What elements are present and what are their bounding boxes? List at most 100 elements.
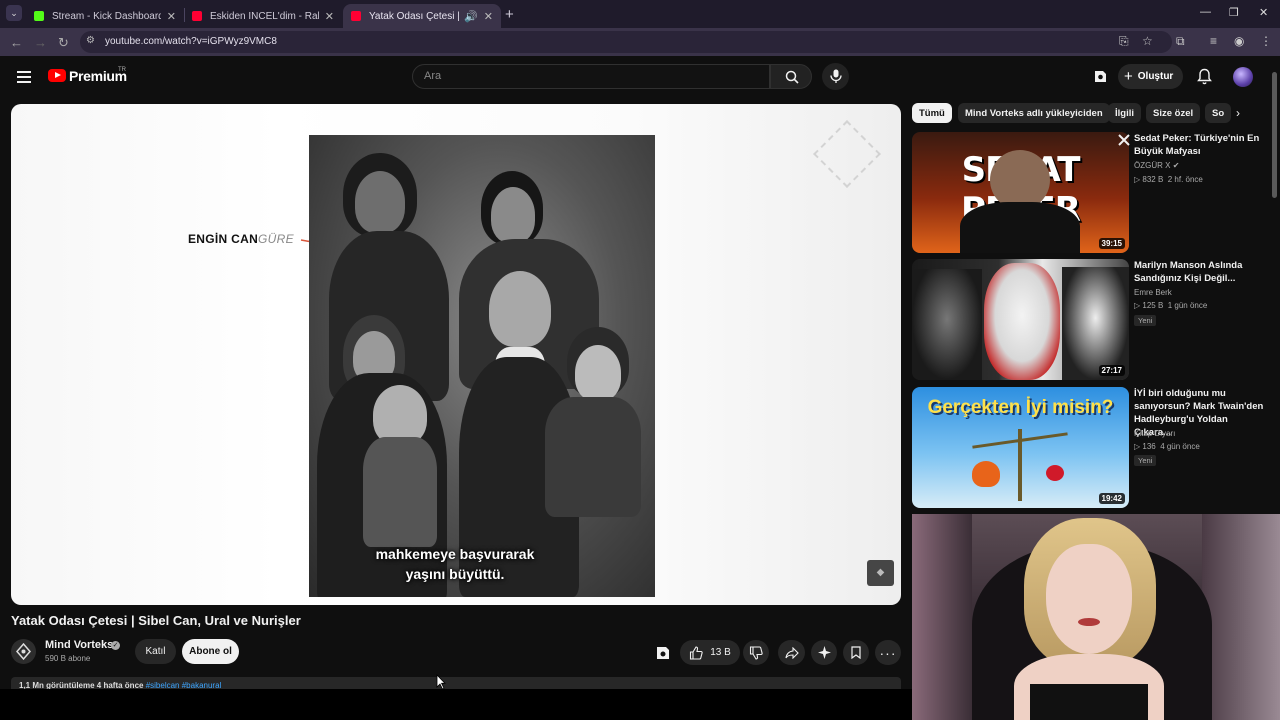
thumbnail-face-left	[912, 269, 982, 380]
thumbnail-face-center	[984, 263, 1060, 380]
site-info-icon[interactable]: ⚙	[86, 35, 95, 46]
video-thumbnail[interactable]: 27:17	[912, 259, 1129, 380]
profile-icon[interactable]: ◉	[1234, 34, 1244, 48]
channel-watermark-icon[interactable]	[813, 120, 881, 188]
tab-title: Stream - Kick Dashboard	[52, 10, 161, 22]
video-thumbnail[interactable]: SEDAT PEKER 39:15	[912, 132, 1129, 253]
browser-tab-incel[interactable]: Eskiden İNCEL'dim - Rahatsız Edi ✕	[184, 4, 342, 28]
extensions-icon[interactable]: ⧉	[1176, 34, 1185, 49]
cast-icon[interactable]: ⎘	[1119, 34, 1129, 49]
channel-name[interactable]: Mind Vorteks	[45, 639, 113, 651]
recommendation-item[interactable]: SEDAT PEKER 39:15 Sedat Peker: Türkiye'n…	[912, 132, 1272, 253]
verified-check-icon: ✓	[111, 641, 120, 650]
tab-title: Yatak Odası Çetesi | Sibel Can,	[369, 10, 462, 22]
video-subtitle: mahkemeye başvurarak yaşını büyüttü.	[309, 544, 601, 584]
recommendation-channel[interactable]: ÖZGÜR X ✔	[1134, 161, 1179, 170]
browser-tab-kick[interactable]: Stream - Kick Dashboard ✕	[26, 4, 184, 28]
close-icon[interactable]: ✕	[325, 10, 334, 23]
chip-related[interactable]: İlgili	[1108, 103, 1141, 123]
recommendation-item[interactable]: Gerçekten İyi misin? 19:42 İYİ biri oldu…	[912, 387, 1272, 508]
window-close-icon[interactable]: ✕	[1259, 6, 1268, 19]
more-actions-button[interactable]: ···	[875, 640, 901, 665]
view-stats: 1,1 Mn görüntüleme 4 hafta önce	[19, 681, 144, 689]
join-button[interactable]: Katıl	[135, 639, 176, 664]
overlay-name-caption: ENGİN CANGÜRE	[188, 232, 294, 246]
microphone-icon	[830, 69, 842, 83]
close-icon[interactable]: ✕	[167, 10, 176, 23]
maximize-icon[interactable]: ❐	[1229, 6, 1239, 19]
video-thumbnail[interactable]: Gerçekten İyi misin? 19:42	[912, 387, 1129, 508]
scale-flame	[972, 461, 1000, 487]
new-tab-icon[interactable]: +	[505, 6, 514, 23]
subscribe-button[interactable]: Abone ol	[182, 639, 239, 664]
speaker-icon[interactable]: 🔊	[464, 10, 478, 23]
back-icon[interactable]: ←	[10, 35, 23, 50]
video-title: Yatak Odası Çetesi | Sibel Can, Ural ve …	[11, 613, 301, 628]
bookmark-star-icon[interactable]: ☆	[1142, 34, 1153, 48]
media-control-icon[interactable]: ≡	[1210, 34, 1217, 48]
like-button[interactable]: 13 B	[680, 640, 740, 665]
upload-age: 4 gün önce	[1160, 442, 1200, 451]
recommendation-item[interactable]: 27:17 Marilyn Manson Aslında Sandığınız …	[912, 259, 1272, 380]
create-label: Oluştur	[1137, 71, 1174, 82]
woman-face-figure	[491, 187, 535, 243]
description-box[interactable]: 1,1 Mn görüntüleme 4 hafta önce #sibelca…	[11, 677, 901, 689]
url-text[interactable]: youtube.com/watch?v=iGPWyz9VMC8	[105, 36, 277, 47]
cast-stream-icon[interactable]	[655, 645, 671, 661]
recommendation-channel[interactable]: Kitap Diyarı	[1134, 429, 1175, 438]
child-left-body-figure	[363, 437, 437, 547]
browser-menu-icon[interactable]: ⋮	[1260, 34, 1272, 48]
youtube-logo-icon[interactable]	[48, 69, 66, 82]
like-count: 13 B	[710, 647, 731, 658]
search-input[interactable]	[412, 64, 770, 89]
save-button[interactable]	[843, 640, 869, 665]
search-placeholder[interactable]: Ara	[424, 70, 441, 82]
chevron-right-icon[interactable]: ›	[1236, 106, 1240, 120]
sidebar-scrollbar[interactable]	[1272, 72, 1277, 198]
search-button[interactable]	[770, 64, 812, 89]
chevron-down-icon[interactable]: ⌄	[6, 5, 22, 21]
notifications-bell-icon[interactable]	[1197, 68, 1212, 85]
player-overlay-button[interactable]: ◆	[867, 560, 894, 586]
hashtags[interactable]: #sibelcan #bakanural	[146, 681, 222, 689]
subtitle-line-1: mahkemeye başvurarak	[375, 546, 535, 562]
ask-ai-button[interactable]	[811, 640, 837, 665]
more-horizontal-icon: ···	[879, 644, 897, 661]
recommendation-title[interactable]: Marilyn Manson Aslında Sandığınız Kişi D…	[1134, 259, 1264, 285]
streamer-lips	[1078, 618, 1100, 626]
region-code: TR	[118, 67, 126, 73]
forward-icon[interactable]: →	[34, 35, 47, 50]
recommendation-channel[interactable]: Emre Berk	[1134, 288, 1172, 297]
browser-tab-bar: ⌄ Stream - Kick Dashboard ✕ Eskiden İNCE…	[0, 0, 1280, 28]
close-icon[interactable]: ✕	[484, 10, 493, 23]
mouse-cursor-icon	[436, 674, 446, 690]
mix-x-icon	[1118, 134, 1130, 146]
man-face-figure	[355, 171, 405, 233]
thumbs-up-icon	[690, 645, 703, 660]
cast-stream-icon[interactable]	[1093, 69, 1108, 84]
minimize-icon[interactable]: —	[1200, 6, 1211, 18]
chip-more[interactable]: So	[1205, 103, 1232, 123]
create-button[interactable]: + Oluştur	[1118, 64, 1184, 89]
child-left-face-figure	[373, 385, 427, 445]
dislike-button[interactable]	[743, 640, 769, 665]
share-icon	[784, 646, 799, 659]
upload-age: 2 hf. önce	[1167, 175, 1203, 184]
chip-from-uploader[interactable]: Mind Vorteks adlı yükleyiciden	[958, 103, 1110, 123]
family-photo	[309, 135, 655, 597]
recommendation-meta: ▷ 832 B 2 hf. önce	[1134, 175, 1203, 184]
chip-for-you[interactable]: Size özel	[1146, 103, 1201, 123]
voice-search-button[interactable]	[822, 63, 849, 90]
video-player[interactable]: ENGİN CANGÜRE mahkemeye başvurarak yaşın…	[11, 104, 901, 605]
chip-all[interactable]: Tümü	[912, 103, 952, 123]
recommendation-title[interactable]: Sedat Peker: Türkiye'nin En Büyük Mafyas…	[1134, 132, 1264, 158]
subscriber-count: 590 B abone	[45, 654, 91, 663]
bottom-bar	[0, 689, 912, 720]
browser-tab-active[interactable]: Yatak Odası Çetesi | Sibel Can, 🔊 ✕	[343, 4, 501, 28]
reload-icon[interactable]: ↻	[58, 35, 69, 51]
channel-avatar[interactable]	[11, 639, 36, 664]
account-avatar[interactable]	[1233, 67, 1253, 87]
hamburger-menu-icon[interactable]	[17, 71, 31, 86]
share-button[interactable]	[778, 640, 805, 665]
recommendation-meta: ▷ 125 B 1 gün önce	[1134, 301, 1208, 310]
